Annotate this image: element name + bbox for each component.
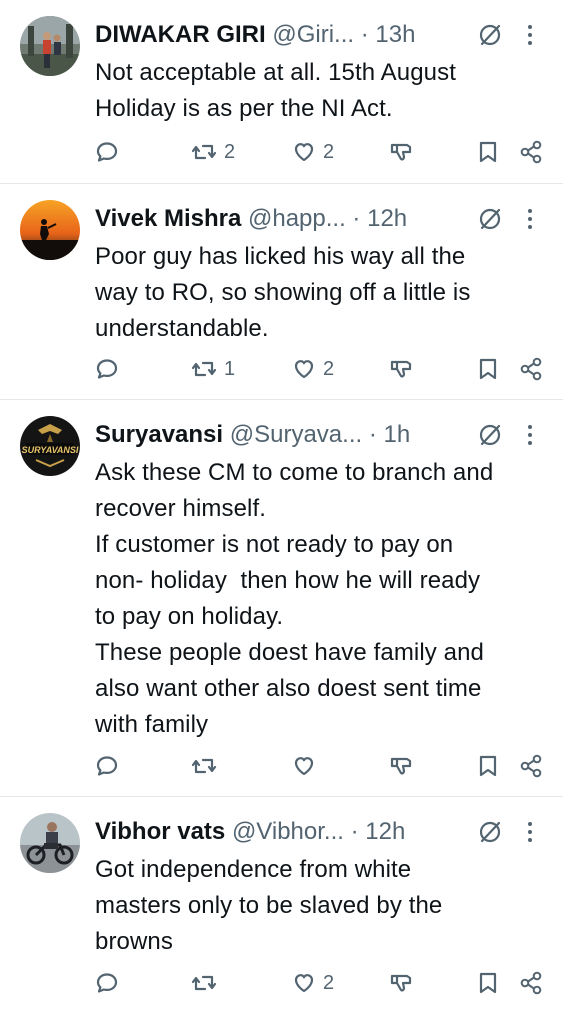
heart-icon	[294, 143, 314, 162]
bookmark-icon	[479, 755, 497, 777]
share-icon	[520, 357, 542, 381]
tweet[interactable]: Vivek Mishra @happ... · 12h Poor guy has…	[0, 184, 563, 400]
action-bar: 2 2	[0, 137, 563, 167]
like-button[interactable]	[291, 751, 323, 781]
thumbs-down-icon	[390, 143, 412, 161]
bookmark-icon	[479, 972, 497, 994]
tweet-header: Suryavansi @Suryava... · 1h	[95, 420, 551, 450]
tweet-header: DIWAKAR GIRI @Giri... · 13h	[95, 20, 551, 50]
share-icon	[520, 971, 542, 995]
tweet-header: Vivek Mishra @happ... · 12h	[95, 204, 551, 234]
timestamp[interactable]: 12h	[367, 205, 407, 232]
dislike-button[interactable]	[388, 354, 414, 384]
action-bar	[0, 751, 563, 781]
more-options-icon[interactable]	[525, 206, 535, 232]
share-button[interactable]	[518, 751, 544, 781]
reply-button[interactable]	[94, 354, 126, 384]
thumbs-down-icon	[390, 757, 412, 775]
dislike-button[interactable]	[388, 751, 414, 781]
retweet-icon	[191, 975, 217, 991]
bookmark-icon	[479, 141, 497, 163]
action-bar: 2	[0, 968, 563, 998]
more-options-icon[interactable]	[525, 22, 535, 48]
retweet-icon	[191, 758, 217, 774]
author-name[interactable]: Vibhor vats	[95, 818, 225, 845]
retweet-count: 1	[224, 357, 236, 380]
author-name[interactable]: Suryavansi	[95, 421, 223, 448]
reply-icon	[96, 142, 118, 162]
reply-icon	[96, 359, 118, 379]
share-button[interactable]	[518, 354, 544, 384]
retweet-icon	[191, 361, 217, 377]
retweet-count: 2	[224, 140, 236, 163]
tweet[interactable]: SURYAVANSI Suryavansi @Suryava... · 1h A…	[0, 400, 563, 797]
action-bar: 1 2	[0, 354, 563, 384]
author-name[interactable]: Vivek Mishra	[95, 205, 241, 232]
avatar[interactable]: SURYAVANSI	[20, 416, 80, 476]
bookmark-button[interactable]	[476, 137, 500, 167]
tweet[interactable]: Vibhor vats @Vibhor... · 12h Got indepen…	[0, 797, 563, 1024]
reply-icon	[96, 756, 118, 776]
timestamp[interactable]: 1h	[384, 421, 411, 448]
separator-dot: ·	[350, 818, 359, 845]
like-button[interactable]: 2	[291, 968, 334, 998]
separator-dot: ·	[368, 421, 377, 448]
thumbs-down-icon	[390, 974, 412, 992]
bookmark-button[interactable]	[476, 354, 500, 384]
author-name[interactable]: DIWAKAR GIRI	[95, 21, 266, 48]
grok-icon[interactable]	[477, 22, 503, 48]
timestamp[interactable]: 13h	[375, 21, 415, 48]
tweet-text: Ask these CM to come to branch and recov…	[95, 459, 494, 738]
like-count: 2	[323, 357, 335, 380]
reply-button[interactable]	[94, 968, 126, 998]
like-button[interactable]: 2	[291, 137, 334, 167]
like-button[interactable]: 2	[291, 354, 334, 384]
reply-button[interactable]	[94, 137, 126, 167]
bookmark-icon	[479, 358, 497, 380]
tweet-text: Got independence from white masters only…	[95, 856, 443, 955]
author-handle[interactable]: @Giri...	[272, 21, 354, 48]
avatar[interactable]	[20, 813, 80, 873]
avatar[interactable]	[20, 200, 80, 260]
bookmark-button[interactable]	[476, 968, 500, 998]
retweet-button[interactable]	[190, 968, 224, 998]
more-options-icon[interactable]	[525, 422, 535, 448]
reply-button[interactable]	[94, 751, 126, 781]
separator-dot: ·	[352, 205, 361, 232]
retweet-button[interactable]: 2	[190, 137, 235, 167]
grok-icon[interactable]	[477, 819, 503, 845]
separator-dot: ·	[360, 21, 369, 48]
heart-icon	[294, 757, 314, 776]
retweet-icon	[191, 144, 217, 160]
retweet-button[interactable]	[190, 751, 224, 781]
grok-icon[interactable]	[477, 206, 503, 232]
avatar[interactable]	[20, 16, 80, 76]
share-button[interactable]	[518, 137, 544, 167]
author-handle[interactable]: @Vibhor...	[232, 818, 344, 845]
author-handle[interactable]: @happ...	[248, 205, 346, 232]
retweet-button[interactable]: 1	[190, 354, 235, 384]
avatar-logo-text: SURYAVANSI	[22, 445, 79, 455]
tweet-header: Vibhor vats @Vibhor... · 12h	[95, 817, 551, 847]
timestamp[interactable]: 12h	[365, 818, 405, 845]
reply-icon	[96, 973, 118, 993]
grok-icon[interactable]	[477, 422, 503, 448]
like-count: 2	[323, 971, 335, 994]
bookmark-button[interactable]	[476, 751, 500, 781]
tweet[interactable]: DIWAKAR GIRI @Giri... · 13h Not acceptab…	[0, 0, 563, 184]
author-handle[interactable]: @Suryava...	[230, 421, 362, 448]
dislike-button[interactable]	[388, 137, 414, 167]
thumbs-down-icon	[390, 360, 412, 378]
share-button[interactable]	[518, 968, 544, 998]
tweet-text: Poor guy has licked his way all the way …	[95, 243, 471, 342]
more-options-icon[interactable]	[525, 819, 535, 845]
dislike-button[interactable]	[388, 968, 414, 998]
heart-icon	[294, 974, 314, 993]
tweet-text: Not acceptable at all. 15th August Holid…	[95, 59, 456, 122]
share-icon	[520, 140, 542, 164]
share-icon	[520, 754, 542, 778]
heart-icon	[294, 360, 314, 379]
like-count: 2	[323, 140, 335, 163]
